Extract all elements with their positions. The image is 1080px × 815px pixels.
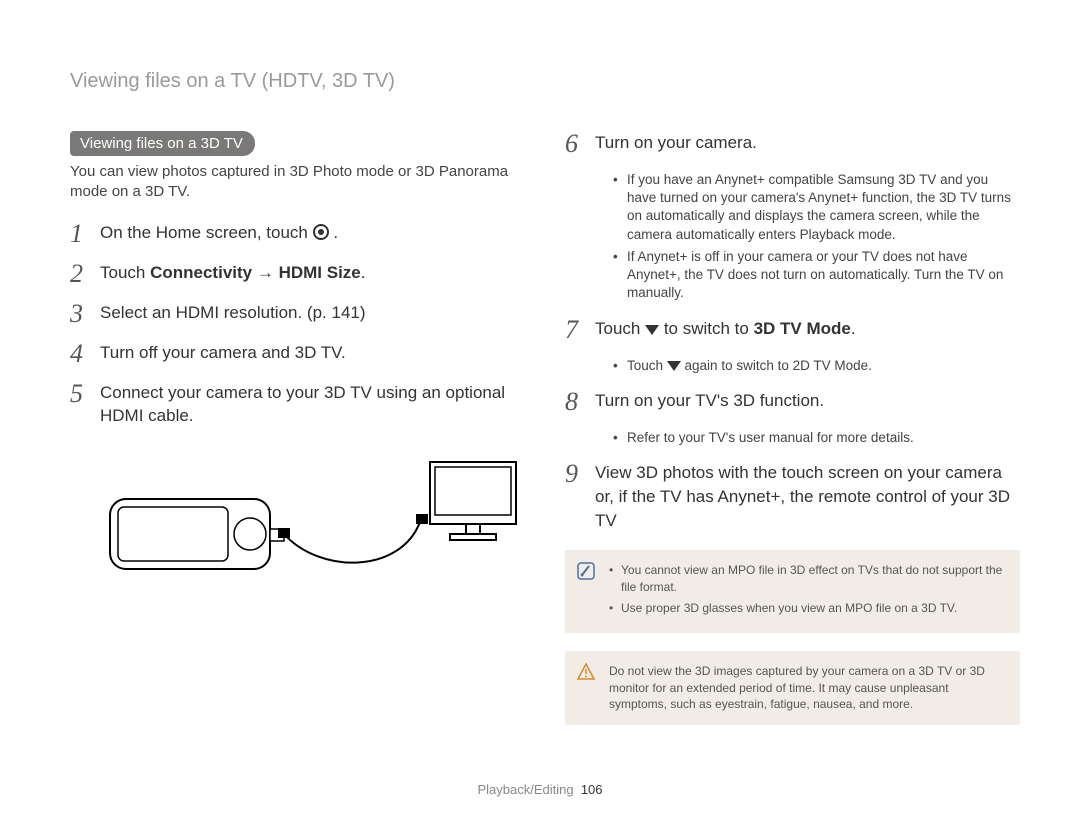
manual-page: Viewing files on a TV (HDTV, 3D TV) View…: [0, 0, 1080, 815]
section-heading-pill: Viewing files on a 3D TV: [70, 131, 255, 156]
b: 2D TV Mode: [793, 358, 869, 373]
footer-section: Playback/Editing: [477, 782, 573, 797]
step-8-bullets: Refer to your TV's user manual for more …: [613, 429, 1020, 447]
down-triangle-icon: [667, 361, 681, 371]
bullet: Touch again to switch to 2D TV Mode.: [613, 357, 1020, 375]
step-number: 5: [70, 381, 88, 407]
step-text: Turn on your TV's 3D function.: [595, 389, 824, 413]
step-number: 8: [565, 389, 583, 415]
step-6-bullets: If you have an Anynet+ compatible Samsun…: [613, 171, 1020, 303]
step-7: 7 Touch to switch to 3D TV Mode.: [565, 317, 1020, 343]
step-4: 4 Turn off your camera and 3D TV.: [70, 341, 525, 367]
step-number: 4: [70, 341, 88, 367]
page-footer: Playback/Editing 106: [0, 782, 1080, 797]
step-2: 2 Touch Connectivity → HDMI Size.: [70, 261, 525, 287]
step-text-pre: On the Home screen, touch: [100, 223, 313, 242]
step-6: 6 Turn on your camera.: [565, 131, 1020, 157]
b: Connectivity: [150, 263, 252, 282]
step-1: 1 On the Home screen, touch .: [70, 221, 525, 247]
step-8: 8 Turn on your TV's 3D function.: [565, 389, 1020, 415]
intro-text: You can view photos captured in 3D Photo…: [70, 162, 525, 203]
t: .: [361, 263, 366, 282]
t: Touch: [627, 358, 667, 373]
page-title: Viewing files on a TV (HDTV, 3D TV): [70, 70, 1020, 93]
step-text: View 3D photos with the touch screen on …: [595, 461, 1020, 532]
step-number: 2: [70, 261, 88, 287]
note-item: You cannot view an MPO file in 3D effect…: [609, 562, 1006, 596]
step-5: 5 Connect your camera to your 3D TV usin…: [70, 381, 525, 429]
step-number: 6: [565, 131, 583, 157]
step-text: Touch to switch to 3D TV Mode.: [595, 317, 856, 341]
footer-page-number: 106: [581, 782, 603, 797]
step-number: 3: [70, 301, 88, 327]
b: HDMI Size: [279, 263, 361, 282]
t: again to switch to: [681, 358, 793, 373]
b: 3D TV Mode: [754, 319, 851, 338]
bullet: If you have an Anynet+ compatible Samsun…: [613, 171, 1020, 244]
step-9: 9 View 3D photos with the touch screen o…: [565, 461, 1020, 532]
left-column: Viewing files on a 3D TV You can view ph…: [70, 131, 525, 725]
bullet: Refer to your TV's user manual for more …: [613, 429, 1020, 447]
step-text: Turn on your camera.: [595, 131, 757, 155]
note-icon: [577, 562, 595, 580]
arrow-icon: →: [252, 263, 278, 282]
step-number: 7: [565, 317, 583, 343]
step-text: On the Home screen, touch .: [100, 221, 338, 245]
down-triangle-icon: [645, 325, 659, 335]
warning-icon: [577, 663, 595, 681]
step-text: Turn off your camera and 3D TV.: [100, 341, 346, 365]
hdmi-connection-illustration: [100, 444, 525, 589]
warning-box: Do not view the 3D images captured by yo…: [565, 651, 1020, 725]
t: Touch: [100, 263, 150, 282]
step-number: 1: [70, 221, 88, 247]
t: Touch: [595, 319, 645, 338]
t: to switch to: [659, 319, 753, 338]
step-text-post: .: [329, 223, 338, 242]
home-icon: [313, 224, 329, 240]
warning-text: Do not view the 3D images captured by yo…: [609, 663, 1006, 713]
step-7-sub: Touch again to switch to 2D TV Mode.: [613, 357, 1020, 375]
step-text: Touch Connectivity → HDMI Size.: [100, 261, 366, 285]
note-item: Use proper 3D glasses when you view an M…: [609, 600, 1006, 617]
step-number: 9: [565, 461, 583, 487]
step-text: Connect your camera to your 3D TV using …: [100, 381, 525, 429]
content-columns: Viewing files on a 3D TV You can view ph…: [70, 131, 1020, 725]
step-3: 3 Select an HDMI resolution. (p. 141): [70, 301, 525, 327]
note-box: You cannot view an MPO file in 3D effect…: [565, 550, 1020, 632]
step-text: Select an HDMI resolution. (p. 141): [100, 301, 366, 325]
t: .: [868, 358, 872, 373]
bullet: If Anynet+ is off in your camera or your…: [613, 248, 1020, 303]
right-column: 6 Turn on your camera. If you have an An…: [565, 131, 1020, 725]
t: .: [851, 319, 856, 338]
